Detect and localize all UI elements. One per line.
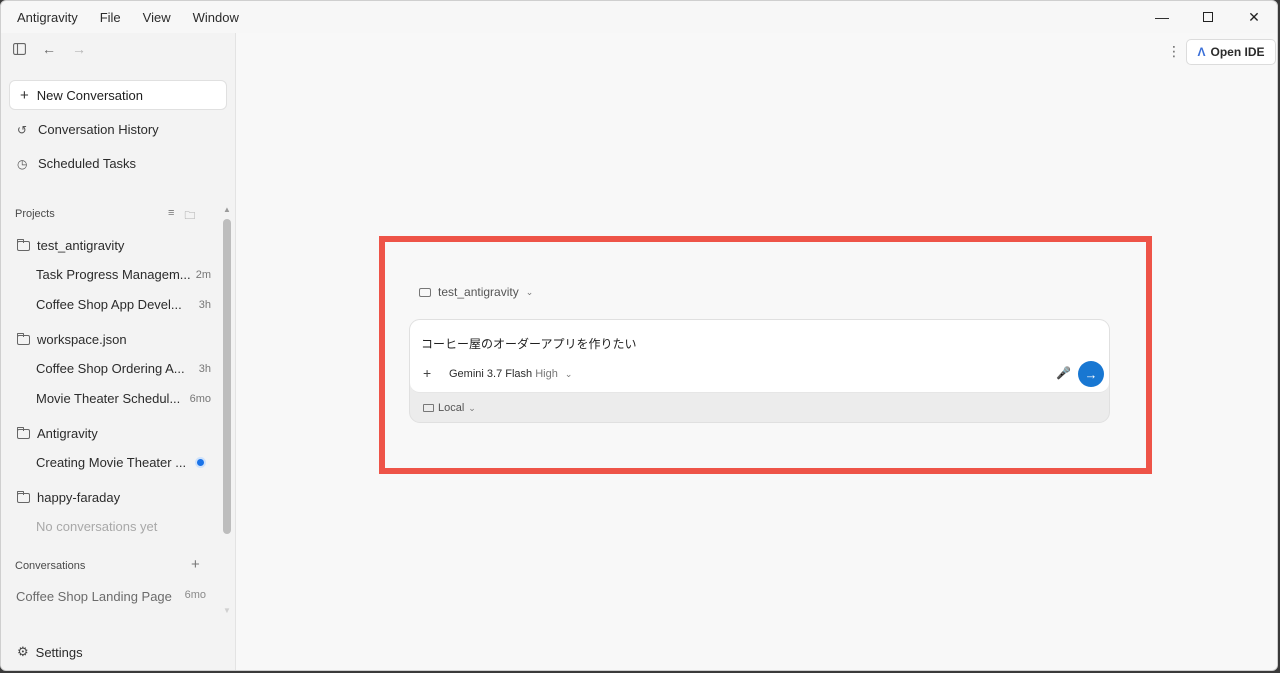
model-name: Gemini 3.7 Flash <box>449 368 533 380</box>
scheduled-tasks-item[interactable]: ◷ Scheduled Tasks <box>17 156 136 171</box>
project-folder[interactable]: Antigravity <box>17 426 98 441</box>
sidebar-scrollbar[interactable]: ▲ ▼ <box>222 205 232 615</box>
model-selector[interactable]: Gemini 3.7 Flash High ⌄ <box>449 368 572 380</box>
filter-icon[interactable]: ≡ <box>168 207 174 226</box>
model-level: High <box>535 368 558 380</box>
conversation-item[interactable]: Movie Theater Schedul... 6mo <box>36 391 211 406</box>
new-folder-icon[interactable]: 🗀 <box>184 207 195 226</box>
chevron-down-icon: ⌄ <box>468 402 476 413</box>
chevron-down-icon: ⌄ <box>525 286 534 297</box>
prompt-composer: コーヒー屋のオーダーアプリを作りたい + Gemini 3.7 Flash Hi… <box>409 319 1110 423</box>
conversation-age: 3h <box>198 298 211 311</box>
conversation-item-active[interactable]: Creating Movie Theater ... <box>36 455 211 470</box>
scroll-up-icon[interactable]: ▲ <box>223 205 231 214</box>
sidebar-nav: ← → <box>11 41 87 57</box>
project-folder[interactable]: test_antigravity <box>17 238 124 253</box>
prompt-text[interactable]: コーヒー屋のオーダーアプリを作りたい <box>421 335 637 352</box>
project-folder[interactable]: happy-faraday <box>17 490 120 505</box>
projects-header: Projects <box>15 208 55 220</box>
conversation-title: Coffee Shop Ordering A... <box>36 361 185 376</box>
conversation-title: Coffee Shop App Devel... <box>36 297 182 312</box>
project-name: Antigravity <box>37 426 98 441</box>
open-ide-button[interactable]: Λ Open IDE <box>1186 39 1276 65</box>
conversation-item[interactable]: Coffee Shop App Devel... 3h <box>36 297 211 312</box>
workspace-name: test_antigravity <box>438 285 519 299</box>
folder-icon <box>17 332 30 345</box>
conversations-header: Conversations <box>15 560 86 572</box>
settings-item[interactable]: ⚙ Settings <box>17 644 83 660</box>
workspace-selector[interactable]: test_antigravity ⌄ <box>419 285 533 299</box>
antigravity-logo-icon: Λ <box>1197 45 1206 59</box>
conversation-item[interactable]: Coffee Shop Landing Page 6mo <box>16 589 206 604</box>
scroll-down-icon[interactable]: ▼ <box>223 606 231 615</box>
more-options-icon[interactable]: ⋮ <box>1167 43 1181 60</box>
add-conversation-icon[interactable]: + <box>191 556 200 573</box>
forward-arrow-icon[interactable]: → <box>71 41 87 57</box>
running-indicator-icon <box>195 457 206 468</box>
environment-selector[interactable]: Local ⌄ <box>423 402 476 414</box>
new-conversation-label: New Conversation <box>36 87 143 103</box>
microphone-icon[interactable]: 🎤 <box>1056 366 1071 380</box>
menu-view[interactable]: View <box>143 10 171 25</box>
conversation-item[interactable]: Coffee Shop Ordering A... 3h <box>36 361 211 376</box>
sidebar-toggle-icon[interactable] <box>11 41 27 57</box>
history-icon: ↺ <box>17 122 28 137</box>
conversation-age: 3h <box>198 362 211 375</box>
maximize-icon <box>1203 12 1213 22</box>
environment-label: Local <box>438 402 465 414</box>
conversation-item[interactable]: Task Progress Managem... 2m <box>36 267 211 282</box>
project-tools: ≡ 🗀 <box>168 207 195 226</box>
close-button[interactable]: ✕ <box>1231 1 1277 33</box>
folder-icon <box>17 426 30 439</box>
conversation-age: 6mo <box>189 392 211 405</box>
menu-bar: Antigravity File View Window <box>1 10 261 25</box>
sidebar: ← → + New Conversation ↺ Conversation Hi… <box>1 33 236 670</box>
app-window: Antigravity File View Window — ✕ ← → + N… <box>0 0 1278 671</box>
project-name: test_antigravity <box>37 238 125 253</box>
project-folder[interactable]: workspace.json <box>17 332 127 347</box>
conversation-title: Movie Theater Schedul... <box>36 391 181 406</box>
empty-project-text: No conversations yet <box>36 519 158 534</box>
folder-icon <box>17 238 30 251</box>
project-name: workspace.json <box>37 332 127 347</box>
clock-icon: ◷ <box>17 156 28 171</box>
conversation-age: 2m <box>195 268 211 281</box>
menu-antigravity[interactable]: Antigravity <box>17 10 78 25</box>
new-conversation-button[interactable]: + New Conversation <box>9 80 227 110</box>
scheduled-tasks-label: Scheduled Tasks <box>38 156 137 171</box>
chevron-down-icon: ⌄ <box>564 369 573 379</box>
minimize-button[interactable]: — <box>1139 1 1185 33</box>
scrollbar-thumb[interactable] <box>223 219 231 534</box>
conversation-history-item[interactable]: ↺ Conversation History <box>17 122 159 137</box>
gear-icon: ⚙ <box>17 644 29 659</box>
settings-label: Settings <box>35 644 83 660</box>
arrow-right-icon: → <box>1084 366 1098 382</box>
conversation-title: Task Progress Managem... <box>36 267 191 282</box>
send-button[interactable]: → <box>1078 361 1104 387</box>
maximize-button[interactable] <box>1185 1 1231 33</box>
folder-icon <box>17 490 30 503</box>
plus-icon: + <box>20 86 29 104</box>
attach-plus-icon[interactable]: + <box>423 365 431 381</box>
conversation-title: Coffee Shop Landing Page <box>16 589 172 604</box>
conversation-age: 6mo <box>184 589 206 601</box>
conversation-history-label: Conversation History <box>38 122 159 137</box>
menu-window[interactable]: Window <box>193 10 239 25</box>
prompt-input-area[interactable]: コーヒー屋のオーダーアプリを作りたい + Gemini 3.7 Flash Hi… <box>410 320 1109 393</box>
laptop-icon <box>423 404 434 412</box>
window-controls: — ✕ <box>1139 1 1277 33</box>
back-arrow-icon[interactable]: ← <box>41 41 57 57</box>
conversation-title: Creating Movie Theater ... <box>36 455 187 470</box>
title-bar: Antigravity File View Window — ✕ <box>1 1 1277 33</box>
open-ide-label: Open IDE <box>1210 45 1265 59</box>
menu-file[interactable]: File <box>100 10 121 25</box>
folder-icon <box>419 287 431 297</box>
project-name: happy-faraday <box>37 490 121 505</box>
